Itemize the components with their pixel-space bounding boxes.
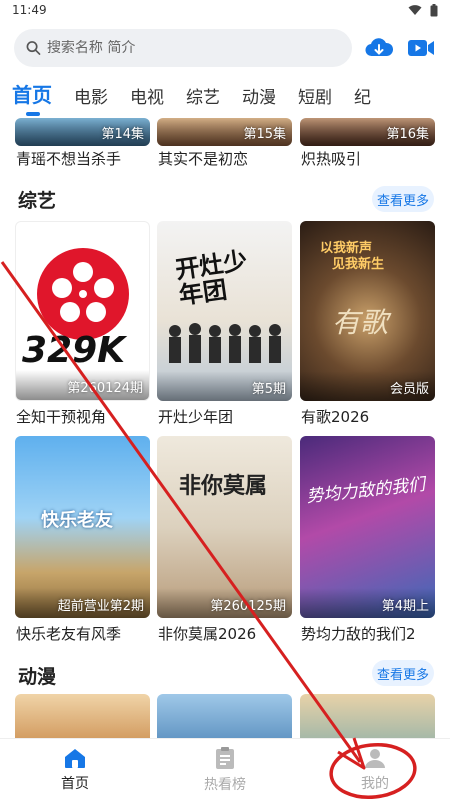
status-icons: [408, 3, 438, 17]
poster-card[interactable]: 快乐老友 超前营业第2期: [15, 436, 150, 618]
nav-home[interactable]: 首页: [0, 739, 150, 800]
status-bar: 11:49: [0, 0, 450, 20]
poster-card[interactable]: 329K 第260124期: [15, 221, 150, 401]
clipboard-icon: [216, 746, 234, 769]
poster-art-text: 势均力敌的我们: [305, 474, 426, 508]
nav-hot-list-label: 热看榜: [204, 776, 246, 793]
nav-profile[interactable]: 我的: [300, 739, 450, 800]
poster-art-text: 有歌: [332, 306, 389, 339]
bottom-nav: 首页 热看榜 我的: [0, 738, 450, 800]
episode-badge: 第4期上: [381, 599, 429, 614]
tab-documentary[interactable]: 纪: [343, 83, 382, 118]
video-record-button[interactable]: [406, 33, 436, 63]
tab-anime[interactable]: 动漫: [231, 83, 287, 118]
anime-more-button[interactable]: 查看更多: [372, 660, 434, 686]
poster-title[interactable]: 有歌2026: [301, 406, 369, 427]
video-camera-icon: [408, 40, 434, 56]
poster-card[interactable]: 势均力敌的我们 第4期上: [300, 436, 435, 618]
variety-more-button[interactable]: 查看更多: [372, 186, 434, 212]
episode-badge: 会员版: [389, 382, 429, 397]
search-row: [0, 26, 450, 70]
episode-badge: 第16集: [386, 127, 429, 142]
cloud-download-icon: [365, 38, 393, 57]
wifi-icon: [408, 5, 422, 15]
poster-card[interactable]: 开灶少年团 第5期: [157, 221, 292, 401]
poster-title[interactable]: 快乐老友有风季: [16, 623, 121, 644]
episode-badge: 超前营业第2期: [57, 599, 144, 614]
poster-tagline: 见我新生: [332, 257, 385, 272]
profile-icon: [365, 748, 385, 768]
search-box[interactable]: [14, 29, 352, 67]
episode-badge: 第260124期: [67, 381, 143, 396]
episode-badge: 第260125期: [210, 599, 286, 614]
tab-movies[interactable]: 电影: [63, 83, 119, 118]
episode-badge: 第14集: [101, 127, 144, 142]
home-icon: [65, 748, 85, 768]
poster-card[interactable]: [157, 694, 292, 738]
poster-title[interactable]: 炽热吸引: [301, 148, 361, 169]
poster-card[interactable]: [15, 694, 150, 738]
tab-variety[interactable]: 综艺: [175, 83, 231, 118]
episode-badge: 第15集: [243, 127, 286, 142]
poster-card[interactable]: 第16集: [300, 118, 435, 146]
channel-logo-text: 329K: [22, 330, 126, 371]
poster-art-text: 开灶少年团: [173, 246, 249, 311]
cloud-download-button[interactable]: [364, 33, 394, 63]
poster-title[interactable]: 全知干预视角: [16, 406, 106, 427]
poster-title[interactable]: 青瑶不想当杀手: [16, 148, 121, 169]
poster-card[interactable]: 第14集: [15, 118, 150, 146]
nav-hot-list[interactable]: 热看榜: [150, 739, 300, 800]
poster-title[interactable]: 开灶少年团: [158, 406, 233, 427]
home-feed[interactable]: 第14集 第15集 第16集 青瑶不想当杀手 其实不是初恋 炽热吸引 综艺 查看…: [0, 118, 450, 738]
tab-short-drama[interactable]: 短剧: [287, 83, 343, 118]
poster-card[interactable]: 第15集: [157, 118, 292, 146]
section-title-variety: 综艺: [18, 190, 57, 212]
poster-title[interactable]: 其实不是初恋: [158, 148, 248, 169]
status-time: 11:49: [12, 3, 47, 17]
battery-icon: [430, 3, 438, 16]
poster-art-text: 非你莫属: [179, 474, 268, 499]
search-input[interactable]: [46, 40, 340, 56]
poster-art-text: 快乐老友: [41, 510, 113, 531]
nav-home-label: 首页: [61, 775, 89, 792]
nav-profile-label: 我的: [361, 775, 389, 792]
tab-tv[interactable]: 电视: [119, 83, 175, 118]
section-title-anime: 动漫: [18, 666, 57, 688]
tab-home[interactable]: 首页: [12, 79, 63, 118]
poster-card[interactable]: [300, 694, 435, 738]
category-tabs: 首页 电影 电视 综艺 动漫 短剧 纪: [0, 72, 450, 118]
poster-title[interactable]: 势均力敌的我们2: [301, 623, 416, 644]
episode-badge: 第5期: [251, 382, 286, 397]
poster-card[interactable]: 非你莫属 第260125期: [157, 436, 292, 618]
poster-card[interactable]: 以我新声 见我新生 有歌 会员版: [300, 221, 435, 401]
poster-title[interactable]: 非你莫属2026: [158, 623, 256, 644]
search-icon: [26, 41, 41, 55]
